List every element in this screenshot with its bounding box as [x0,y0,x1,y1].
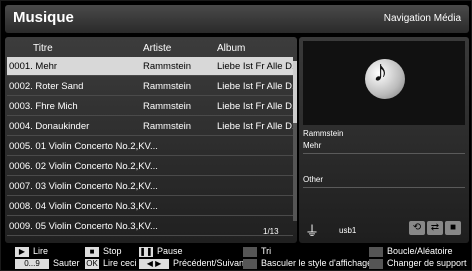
device-label: usb1 [339,226,357,235]
track-artist: Rammstein [143,101,192,112]
info-genre: Other [303,175,324,184]
track-artist: Rammstein [143,81,192,92]
track-title: 0003. Fhre Mich [9,101,78,112]
track-title: 0009. 05 Violin Concerto No.3,KV... [9,221,158,232]
page-indicator: 1/13 [263,227,279,236]
track-row[interactable]: 0004. Donaukinder Rammstein Liebe Ist Fr… [7,117,293,136]
legend-sort: Tri [261,246,272,256]
track-row[interactable]: 0003. Fhre Mich Rammstein Liebe Ist Fr A… [7,97,293,116]
music-note-glyph: ♪ [373,55,388,88]
track-row[interactable]: 0007. 03 Violin Concerto No.2,KV... [7,177,293,196]
track-album: Liebe Ist Fr Alle D... [217,61,293,72]
play-icon: ▶ [15,247,29,257]
color-key-icon [369,247,383,257]
column-album[interactable]: Album [217,43,245,54]
shuffle-icon[interactable]: ⇄ [427,221,443,235]
key-legend: ▶ Lire ■ Stop ❚❚ Pause Tri Boucle/Aléato… [5,246,469,270]
track-title: 0008. 04 Violin Concerto No.3,KV... [9,201,158,212]
usb-icon: ⏚ [305,223,319,239]
track-title: 0005. 01 Violin Concerto No.2,KV... [9,141,158,152]
track-row[interactable]: 0001. Mehr Rammstein Liebe Ist Fr Alle D… [7,57,293,76]
legend-prev-next: Précédent/Suivant [173,258,247,268]
legend-toggle-view: Basculer le style d'affichage [261,258,373,268]
track-album: Liebe Ist Fr Alle D... [217,81,293,92]
legend-loop-random: Boucle/Aléatoire [387,246,453,256]
color-key-icon [243,259,257,269]
ok-key-icon: OK [85,259,99,269]
track-info-panel: ♪ Rammstein Mehr Other ⏚ usb1 ⟲ ⇄ ■ [299,37,469,243]
track-row[interactable]: 0009. 05 Violin Concerto No.3,KV... [7,217,293,236]
track-title: 0004. Donaukinder [9,121,90,132]
color-key-icon [369,259,383,269]
album-art: ♪ [303,41,465,125]
prev-next-icon: ◀ ▶ [139,259,169,269]
track-row[interactable]: 0006. 02 Violin Concerto No.2,KV... [7,157,293,176]
info-artist: Rammstein [303,129,344,138]
legend-change-source: Changer de support [387,258,467,268]
page-title: Musique [13,9,74,26]
track-title: 0001. Mehr [9,61,58,72]
track-album: Liebe Ist Fr Alle D... [217,101,293,112]
pause-icon: ❚❚ [139,247,153,257]
legend-pause: Pause [157,246,183,256]
track-artist: Rammstein [143,61,192,72]
legend-stop: Stop [103,246,122,256]
track-title: 0006. 02 Violin Concerto No.2,KV... [9,161,158,172]
track-title: 0007. 03 Violin Concerto No.2,KV... [9,181,158,192]
stop-icon: ■ [85,247,99,257]
page-subtitle: Navigation Média [383,13,461,24]
divider [303,187,465,188]
divider [303,153,465,154]
color-key-icon [243,247,257,257]
column-artist[interactable]: Artiste [143,43,171,54]
track-row[interactable]: 0002. Roter Sand Rammstein Liebe Ist Fr … [7,77,293,96]
track-row[interactable]: 0005. 01 Violin Concerto No.2,KV... [7,137,293,156]
scrollbar-thumb[interactable] [293,61,297,123]
track-artist: Rammstein [143,121,192,132]
column-title[interactable]: Titre [33,43,53,54]
track-title: 0002. Roter Sand [9,81,84,92]
stop-icon[interactable]: ■ [445,221,461,235]
info-track: Mehr [303,141,322,150]
header-bar: Musique Navigation Média [5,5,469,33]
legend-jump: Sauter [53,258,80,268]
track-list: Titre Artiste Album 0001. Mehr Rammstein… [5,37,297,243]
digits-key-icon: 0...9 [15,259,49,269]
repeat-icon[interactable]: ⟲ [409,221,425,235]
track-album: Liebe Ist Fr Alle D... [217,121,293,132]
track-row[interactable]: 0008. 04 Violin Concerto No.3,KV... [7,197,293,216]
legend-play-this: Lire ceci [103,258,137,268]
media-browser-window: Musique Navigation Média Titre Artiste A… [0,0,472,271]
legend-play: Lire [33,246,49,256]
